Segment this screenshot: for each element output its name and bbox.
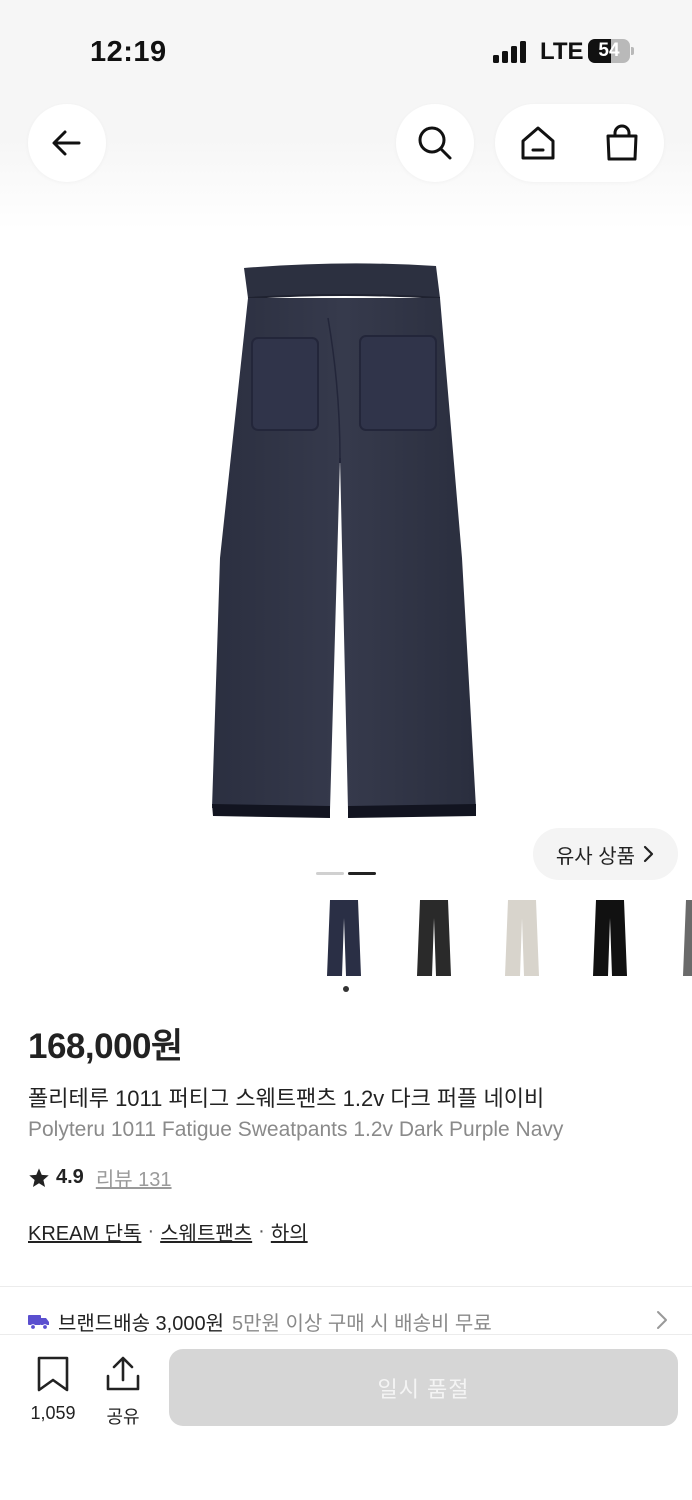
- variant-thumb-shape: [327, 900, 361, 976]
- shipping-note: 5만원 이상 구매 시 배송비 무료: [232, 1312, 492, 1335]
- variant-thumb-shape: [593, 900, 627, 976]
- tag-sweatpants[interactable]: 스웨트팬츠: [160, 1217, 252, 1246]
- back-button[interactable]: [28, 104, 106, 182]
- bookmark-icon: [37, 1356, 69, 1392]
- product-title-ko: 폴리테루 1011 퍼티그 스웨트팬츠 1.2v 다크 퍼플 네이비: [28, 1086, 545, 1111]
- variant-thumb[interactable]: [300, 893, 388, 983]
- product-image[interactable]: [200, 258, 490, 828]
- shipping-info-row[interactable]: 브랜드배송 3,000원 5만원 이상 구매 시 배송비 무료: [28, 1306, 668, 1336]
- variant-thumb-shape: [505, 900, 539, 976]
- share-icon: [106, 1356, 140, 1391]
- network-label: LTE: [540, 38, 584, 65]
- variant-thumb-shape: [417, 900, 451, 976]
- header-action-group: [495, 104, 664, 182]
- variant-thumb[interactable]: [478, 893, 566, 983]
- tag-separator: ·: [258, 1220, 265, 1242]
- truck-icon: [28, 1315, 49, 1330]
- pager-dot-2[interactable]: [348, 872, 376, 875]
- status-time: 12:19: [90, 36, 167, 68]
- shopping-bag-icon: [606, 124, 637, 161]
- chevron-right-icon: [643, 845, 654, 863]
- variant-thumb-image: [593, 900, 627, 976]
- cart-button[interactable]: [580, 104, 664, 182]
- status-bar: 12:19 LTE 54: [0, 0, 692, 100]
- tag-kream-exclusive[interactable]: KREAM 단독: [28, 1217, 141, 1246]
- chevron-right-icon: [657, 1311, 667, 1329]
- rating-score: 4.9: [56, 1166, 84, 1188]
- similar-products-button[interactable]: 유사 상품: [533, 828, 678, 880]
- bookmark-count: 1,059: [30, 1403, 76, 1423]
- variant-thumb-image: [683, 900, 692, 976]
- tag-separator: ·: [147, 1220, 155, 1242]
- home-icon: [521, 126, 554, 160]
- variant-thumb-image: [327, 900, 361, 976]
- product-price: 168,000원: [28, 1027, 183, 1066]
- variant-thumb-shape: [683, 900, 692, 976]
- tag-bottoms[interactable]: 하의: [271, 1217, 308, 1246]
- variant-thumb-image: [505, 900, 539, 976]
- pager-dot-1[interactable]: [316, 872, 344, 875]
- selected-variant-indicator: [343, 986, 349, 992]
- variant-thumb[interactable]: [566, 893, 654, 983]
- product-tags: KREAM 단독 · 스웨트팬츠 · 하의: [28, 1217, 308, 1246]
- similar-products-label: 유사 상품: [555, 845, 636, 868]
- arrow-left-icon: [52, 130, 81, 156]
- search-button[interactable]: [396, 104, 474, 182]
- variant-thumb[interactable]: [656, 893, 692, 983]
- home-button[interactable]: [496, 104, 580, 182]
- temporarily-sold-out-button[interactable]: 일시 품절: [169, 1349, 678, 1426]
- bookmark-button[interactable]: 1,059: [22, 1356, 84, 1424]
- star-icon: [29, 1167, 49, 1187]
- image-pager: [316, 872, 378, 876]
- variant-thumb[interactable]: [390, 893, 478, 983]
- color-variant-strip: [300, 893, 692, 993]
- share-label: 공유: [106, 1407, 140, 1427]
- product-rating: 4.9 리뷰 131: [28, 1163, 172, 1192]
- battery-level: 54: [598, 40, 620, 61]
- section-divider: [0, 1286, 692, 1287]
- battery-icon: 54: [588, 39, 634, 63]
- signal-icon: [493, 41, 526, 63]
- shipping-title: 브랜드배송 3,000원: [58, 1312, 225, 1335]
- variant-thumb-image: [417, 900, 451, 976]
- product-title-en: Polyteru 1011 Fatigue Sweatpants 1.2v Da…: [28, 1118, 564, 1141]
- review-link[interactable]: 리뷰 131: [96, 1163, 172, 1192]
- share-button[interactable]: 공유: [98, 1356, 148, 1429]
- search-icon: [418, 126, 452, 160]
